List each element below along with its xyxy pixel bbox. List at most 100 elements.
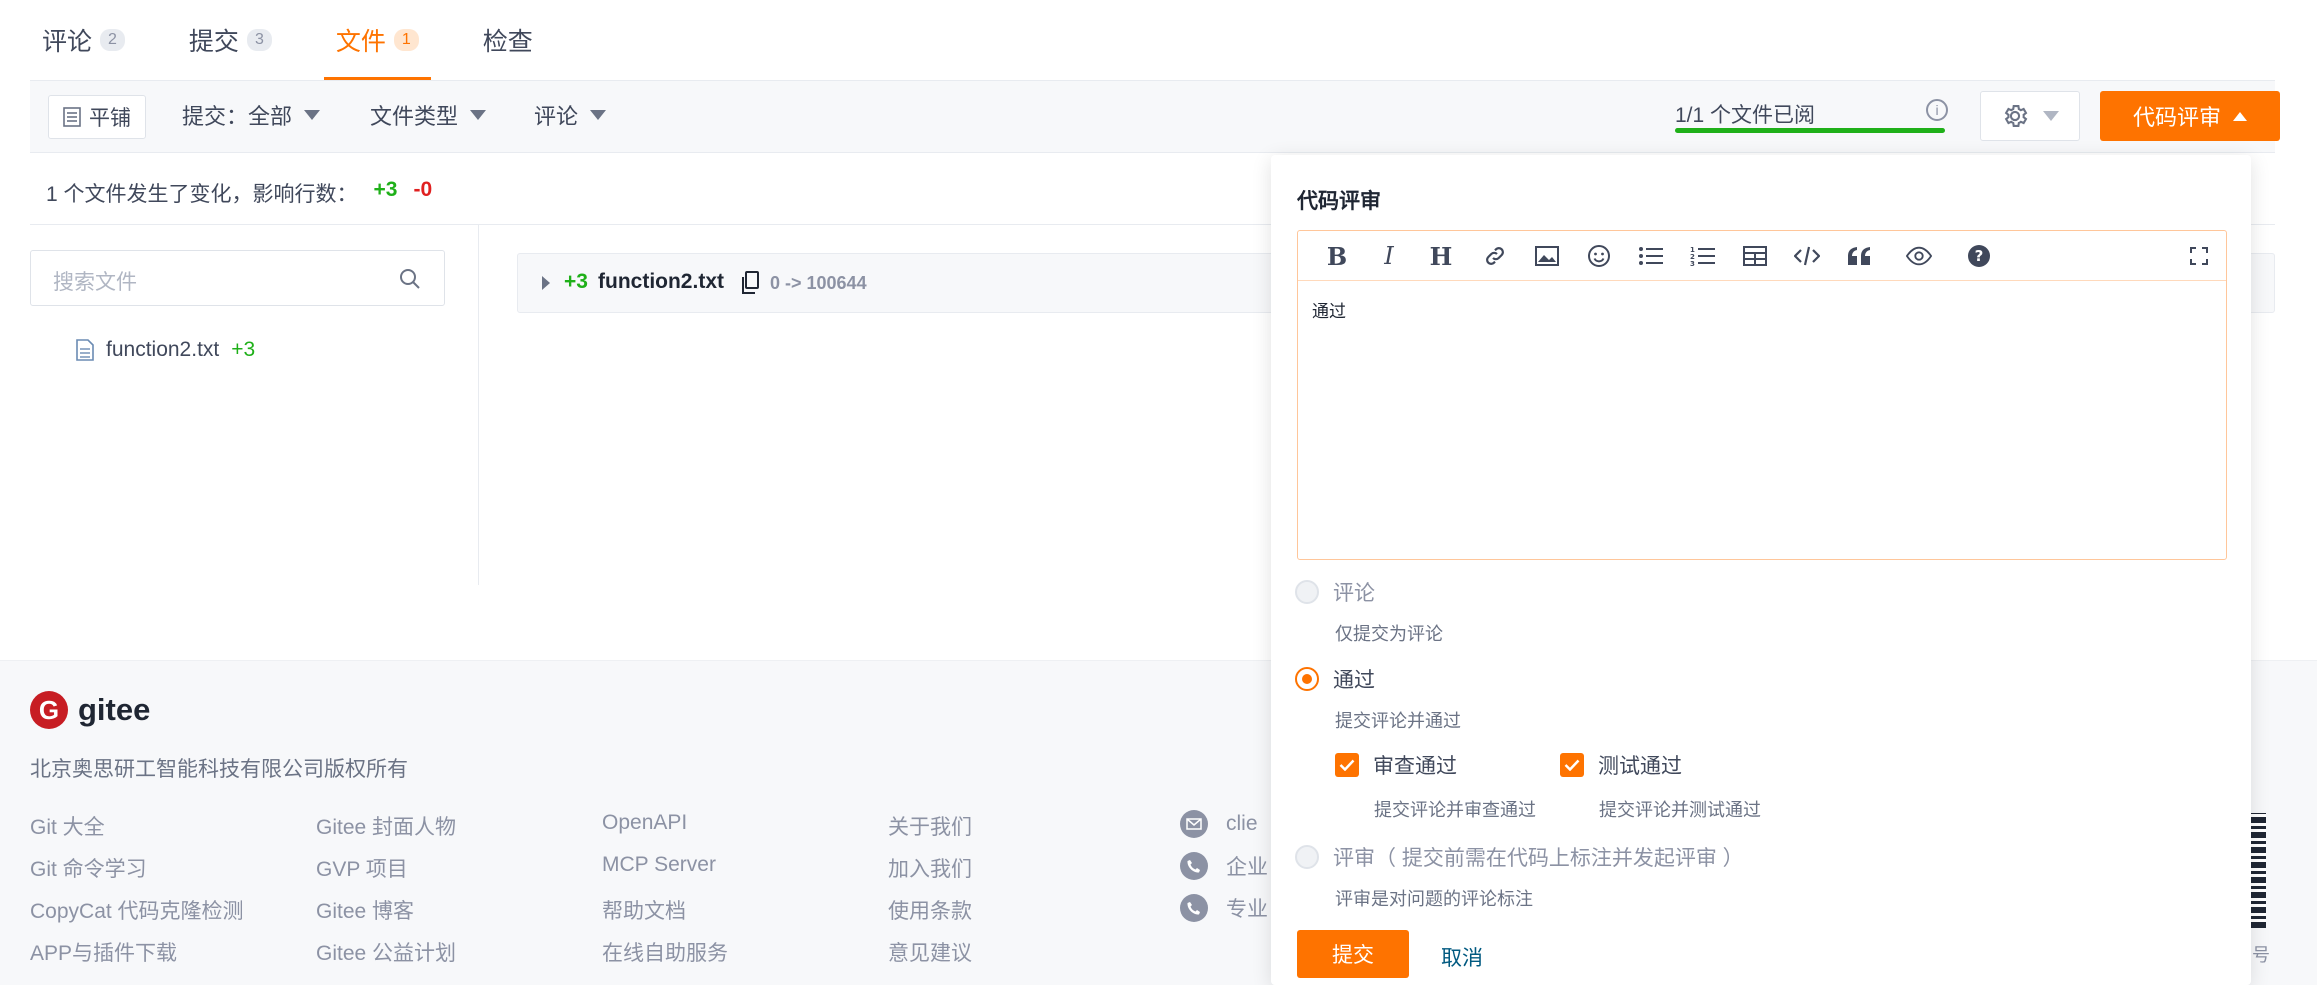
footer-link[interactable]: MCP Server: [602, 853, 728, 876]
phone-icon: [1180, 894, 1208, 922]
table-icon[interactable]: [1742, 243, 1768, 269]
checkmark-icon[interactable]: [1560, 753, 1584, 777]
emoji-icon[interactable]: [1586, 243, 1612, 269]
tab-commits[interactable]: 提交 3: [177, 0, 284, 80]
comment-filter-label: 评论: [534, 104, 579, 129]
fullscreen-icon[interactable]: [2186, 243, 2212, 269]
footer-link[interactable]: Git 大全: [30, 811, 244, 839]
info-icon[interactable]: i: [1926, 99, 1948, 121]
tab-comments[interactable]: 评论 2: [30, 0, 137, 80]
review-passed-checkbox[interactable]: 审查通过: [1335, 750, 1457, 780]
popup-title: 代码评审: [1297, 190, 1381, 213]
chevron-down-icon: [470, 110, 487, 120]
radio-button[interactable]: [1295, 580, 1319, 604]
option-label: 评审（ 提交前需在代码上标注并发起评审 ）: [1333, 847, 1744, 870]
heading-icon[interactable]: H: [1428, 242, 1454, 271]
file-icon: [76, 339, 94, 361]
checkbox-label: 测试通过: [1598, 755, 1682, 778]
footer-link[interactable]: 加入我们: [888, 853, 972, 881]
italic-icon[interactable]: I: [1376, 242, 1402, 270]
footer-column: Git 大全 Git 命令学习 CopyCat 代码克隆检测 APP与插件下载: [30, 811, 244, 965]
review-editor[interactable]: B I H 123 ? 通过: [1297, 230, 2227, 560]
tab-bar: 评论 2 提交 3 文件 1 检查: [30, 0, 585, 80]
submit-label: 提交: [1332, 944, 1374, 967]
footer-link[interactable]: 意见建议: [888, 937, 972, 965]
tab-label: 提交: [188, 28, 239, 56]
list-icon: [63, 107, 81, 127]
footer-link[interactable]: APP与插件下载: [30, 937, 244, 965]
summary-text: 1 个文件发生了变化，影响行数：: [46, 183, 358, 206]
footer-link[interactable]: CopyCat 代码克隆检测: [30, 895, 244, 923]
chevron-down-icon: [590, 110, 607, 120]
comment-filter-dropdown[interactable]: 评论: [534, 99, 607, 131]
contact-phone[interactable]: 专业: [1180, 894, 1268, 922]
file-mode-change: 0 -> 100644: [770, 273, 867, 293]
checkmark-icon[interactable]: [1335, 753, 1359, 777]
diff-additions: +3: [564, 270, 588, 293]
footer-link[interactable]: OpenAPI: [602, 811, 728, 834]
help-icon[interactable]: ?: [1966, 243, 1992, 269]
file-tree-item[interactable]: function2.txt +3: [76, 338, 255, 362]
code-review-button[interactable]: 代码评审: [2100, 91, 2280, 141]
panel-divider: [478, 225, 479, 585]
contact-email[interactable]: clie: [1180, 810, 1268, 838]
footer-link[interactable]: Gitee 封面人物: [316, 811, 456, 839]
checkbox-description: 提交评论并审查通过: [1374, 800, 1536, 820]
footer-link[interactable]: Git 命令学习: [30, 853, 244, 881]
commit-filter-label: 提交：全部: [182, 104, 293, 129]
cancel-button[interactable]: 取消: [1441, 942, 1483, 972]
test-passed-checkbox[interactable]: 测试通过: [1560, 750, 1682, 780]
radio-button-selected[interactable]: [1295, 667, 1319, 691]
diff-file-name: function2.txt: [598, 270, 724, 293]
link-icon[interactable]: [1482, 243, 1508, 269]
editor-toolbar: B I H 123 ?: [1298, 231, 2226, 281]
review-progress-bar: [1675, 128, 1945, 133]
file-name: function2.txt: [106, 338, 220, 361]
file-type-dropdown[interactable]: 文件类型: [370, 99, 487, 131]
option-label: 通过: [1333, 669, 1375, 692]
search-placeholder: 搜索文件: [53, 271, 137, 294]
tab-files[interactable]: 文件 1: [323, 0, 431, 80]
footer-link[interactable]: Gitee 博客: [316, 895, 456, 923]
code-icon[interactable]: [1794, 243, 1820, 269]
radio-button[interactable]: [1295, 845, 1319, 869]
quote-icon[interactable]: [1846, 243, 1872, 269]
option-comment-radio[interactable]: 评论: [1295, 577, 1375, 607]
option-review-radio[interactable]: 评审（ 提交前需在代码上标注并发起评审 ）: [1295, 842, 1744, 872]
option-description: 评审是对问题的评论标注: [1335, 889, 1533, 909]
footer-link[interactable]: 使用条款: [888, 895, 972, 923]
footer-column: OpenAPI MCP Server 帮助文档 在线自助服务: [602, 811, 728, 965]
brand-name: gitee: [78, 692, 151, 727]
chevron-down-icon: [2043, 111, 2059, 121]
option-label: 评论: [1333, 582, 1375, 605]
commit-filter-dropdown[interactable]: 提交：全部: [182, 99, 321, 131]
submit-button[interactable]: 提交: [1297, 930, 1409, 978]
ordered-list-icon[interactable]: 123: [1690, 243, 1716, 269]
tab-checks[interactable]: 检查: [471, 0, 545, 80]
tab-count-badge: 2: [100, 29, 125, 51]
settings-dropdown-button[interactable]: [1980, 91, 2080, 141]
footer-link[interactable]: GVP 项目: [316, 853, 456, 881]
image-icon[interactable]: [1534, 243, 1560, 269]
mail-icon: [1180, 810, 1208, 838]
footer-link[interactable]: Gitee 公益计划: [316, 937, 456, 965]
gear-icon: [2004, 105, 2028, 127]
bold-icon[interactable]: B: [1324, 242, 1350, 271]
footer-link[interactable]: 帮助文档: [602, 895, 728, 923]
bullet-list-icon[interactable]: [1638, 243, 1664, 269]
footer-link[interactable]: 在线自助服务: [602, 937, 728, 965]
option-approve-radio[interactable]: 通过: [1295, 664, 1375, 694]
preview-eye-icon[interactable]: [1906, 243, 1932, 269]
flat-view-label: 平铺: [89, 107, 131, 130]
footer-column: Gitee 封面人物 GVP 项目 Gitee 博客 Gitee 公益计划: [316, 811, 456, 965]
expand-caret-icon[interactable]: [542, 276, 550, 290]
gitee-logo[interactable]: G gitee: [30, 691, 150, 729]
file-search-input[interactable]: 搜索文件: [30, 250, 445, 306]
review-progress-text: 1/1 个文件已阅: [1675, 104, 1816, 127]
footer-link[interactable]: 关于我们: [888, 811, 972, 839]
contact-phone[interactable]: 企业: [1180, 852, 1268, 880]
editor-content[interactable]: 通过: [1312, 297, 1346, 322]
copy-icon[interactable]: [740, 271, 760, 295]
tab-count-badge: 3: [246, 29, 272, 51]
flat-view-button[interactable]: 平铺: [48, 95, 146, 139]
